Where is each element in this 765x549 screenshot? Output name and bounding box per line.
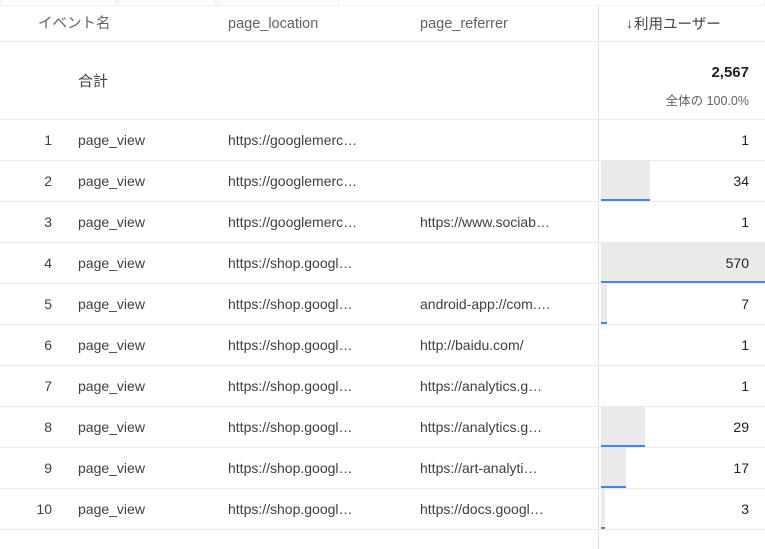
row-index: 2 <box>44 173 52 189</box>
row-index: 8 <box>44 419 52 435</box>
active-users-bar <box>601 161 650 202</box>
cell-page-location[interactable]: https://googlemerc… <box>228 161 408 202</box>
row-index: 1 <box>44 132 52 148</box>
cell-active-users[interactable]: 1 <box>599 325 765 366</box>
cell-event-name[interactable]: page_view <box>78 325 218 366</box>
active-users-value: 7 <box>741 296 749 312</box>
cell-active-users[interactable]: 29 <box>599 407 765 448</box>
cell-event-name[interactable]: page_view <box>78 489 218 530</box>
column-header-page-referrer[interactable]: page_referrer <box>420 6 590 42</box>
cell-active-users[interactable]: 1 <box>599 202 765 243</box>
cell-page-location[interactable]: https://shop.googl… <box>228 366 408 407</box>
cell-event-name[interactable]: page_view <box>78 243 218 284</box>
cell-page-location[interactable]: https://shop.googl… <box>228 284 408 325</box>
table-row[interactable]: 1 page_view https://googlemerc… 1 <box>0 120 765 161</box>
cell-event-name[interactable]: page_view <box>78 407 218 448</box>
cell-active-users[interactable]: 34 <box>599 161 765 202</box>
total-row-percent: 全体の 100.0% <box>665 94 749 108</box>
active-users-bar <box>601 489 605 530</box>
column-header-active-users-label: 利用ユーザー <box>634 17 721 33</box>
active-users-value: 29 <box>733 419 749 435</box>
total-row-value: 2,567 <box>711 64 749 81</box>
active-users-value: 34 <box>733 173 749 189</box>
cell-page-referrer[interactable]: android-app://com.… <box>420 284 592 325</box>
cell-event-name[interactable]: page_view <box>78 366 218 407</box>
table-row[interactable]: 7 page_view https://shop.googl… https://ana… <box>0 366 765 407</box>
cell-page-location[interactable]: https://googlemerc… <box>228 202 408 243</box>
active-users-value: 1 <box>741 337 749 353</box>
cell-page-referrer[interactable] <box>420 161 592 202</box>
active-users-value: 1 <box>741 132 749 148</box>
cell-page-location[interactable]: https://shop.googl… <box>228 489 408 530</box>
cell-event-name[interactable]: page_view <box>78 161 218 202</box>
cell-page-referrer[interactable]: https://analytics.g… <box>420 407 592 448</box>
cell-active-users[interactable]: 3 <box>599 489 765 530</box>
cell-active-users[interactable]: 1 <box>599 120 765 161</box>
cell-page-referrer[interactable]: https://analytics.g… <box>420 366 592 407</box>
data-table: イベント名 page_location page_referrer ↓利用ユーザ… <box>0 0 765 549</box>
cell-event-name[interactable]: page_view <box>78 284 218 325</box>
table-row[interactable]: 4 page_view https://shop.googl… 570 <box>0 243 765 284</box>
total-row-label: 合計 <box>78 73 109 90</box>
row-index: 10 <box>36 501 52 517</box>
cell-page-referrer[interactable]: https://www.sociab… <box>420 202 592 243</box>
row-index: 5 <box>44 296 52 312</box>
cell-active-users[interactable]: 17 <box>599 448 765 489</box>
row-index: 7 <box>44 378 52 394</box>
cell-page-location[interactable]: https://googlemerc… <box>228 120 408 161</box>
active-users-value: 570 <box>725 255 749 271</box>
active-users-bar <box>601 448 626 489</box>
cell-page-location[interactable]: https://shop.googl… <box>228 325 408 366</box>
cell-page-referrer[interactable] <box>420 243 592 284</box>
row-rule <box>0 529 765 530</box>
cell-event-name[interactable]: page_view <box>78 448 218 489</box>
active-users-value: 3 <box>741 501 749 517</box>
table-header-row: イベント名 page_location page_referrer ↓利用ユーザ… <box>0 6 765 42</box>
column-header-page-location[interactable]: page_location <box>228 6 398 42</box>
row-index: 9 <box>44 460 52 476</box>
active-users-value: 1 <box>741 378 749 394</box>
cell-active-users[interactable]: 1 <box>599 366 765 407</box>
table-row[interactable]: 5 page_view https://shop.googl… android-app… <box>0 284 765 325</box>
table-row[interactable]: 3 page_view https://googlemerc… https://www… <box>0 202 765 243</box>
cell-page-referrer[interactable]: https://art-analyti… <box>420 448 592 489</box>
cell-page-referrer[interactable]: https://docs.googl… <box>420 489 592 530</box>
cell-page-referrer[interactable] <box>420 120 592 161</box>
column-header-active-users[interactable]: ↓利用ユーザー <box>626 6 761 42</box>
cell-page-referrer[interactable]: http://baidu.com/ <box>420 325 592 366</box>
cell-page-location[interactable]: https://shop.googl… <box>228 243 408 284</box>
cell-active-users[interactable]: 7 <box>599 284 765 325</box>
cell-page-location[interactable]: https://shop.googl… <box>228 448 408 489</box>
row-index: 3 <box>44 214 52 230</box>
cell-active-users[interactable]: 570 <box>599 243 765 284</box>
cell-page-location[interactable]: https://shop.googl… <box>228 407 408 448</box>
active-users-value: 1 <box>741 214 749 230</box>
table-row[interactable]: 2 page_view https://googlemerc… 34 <box>0 161 765 202</box>
table-row[interactable]: 8 page_view https://shop.googl… https://ana… <box>0 407 765 448</box>
sort-descending-arrow-icon: ↓ <box>626 15 633 31</box>
active-users-value: 17 <box>733 460 749 476</box>
cell-event-name[interactable]: page_view <box>78 120 218 161</box>
total-row: 合計 2,567 全体の 100.0% <box>0 42 765 120</box>
column-header-event-name[interactable]: イベント名 <box>38 6 188 42</box>
cell-event-name[interactable]: page_view <box>78 202 218 243</box>
table-row[interactable]: 9 page_view https://shop.googl… https://art… <box>0 448 765 489</box>
active-users-bar <box>601 284 607 325</box>
active-users-bar <box>601 407 645 448</box>
table-row[interactable]: 6 page_view https://shop.googl… http://baid… <box>0 325 765 366</box>
row-index: 4 <box>44 255 52 271</box>
row-index: 6 <box>44 337 52 353</box>
table-row[interactable]: 10 page_view https://shop.googl… https://do… <box>0 489 765 530</box>
